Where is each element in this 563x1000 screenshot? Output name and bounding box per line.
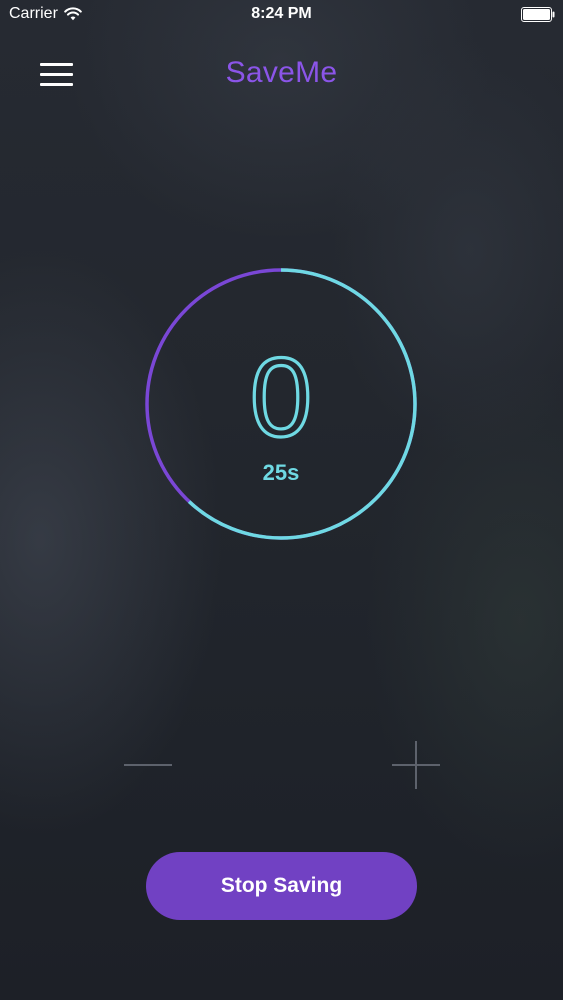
count-value: 0 bbox=[250, 335, 312, 460]
time-label: 25s bbox=[262, 460, 300, 485]
app-screen: Carrier 8:24 PM SaveMe 0 25s Stop Saving bbox=[0, 0, 563, 1000]
decrease-button[interactable] bbox=[118, 745, 178, 785]
status-clock: 8:24 PM bbox=[251, 5, 312, 22]
increase-button[interactable] bbox=[386, 735, 446, 795]
app-title: SaveMe bbox=[225, 56, 338, 89]
timer-dial: 0 25s bbox=[141, 264, 421, 544]
plus-icon bbox=[392, 741, 440, 789]
battery-icon bbox=[521, 7, 555, 22]
minus-icon bbox=[124, 764, 172, 766]
count-value-glyph: 0 bbox=[248, 333, 313, 461]
status-bar: Carrier 8:24 PM bbox=[0, 0, 563, 30]
stop-saving-button[interactable]: Stop Saving bbox=[146, 852, 417, 920]
